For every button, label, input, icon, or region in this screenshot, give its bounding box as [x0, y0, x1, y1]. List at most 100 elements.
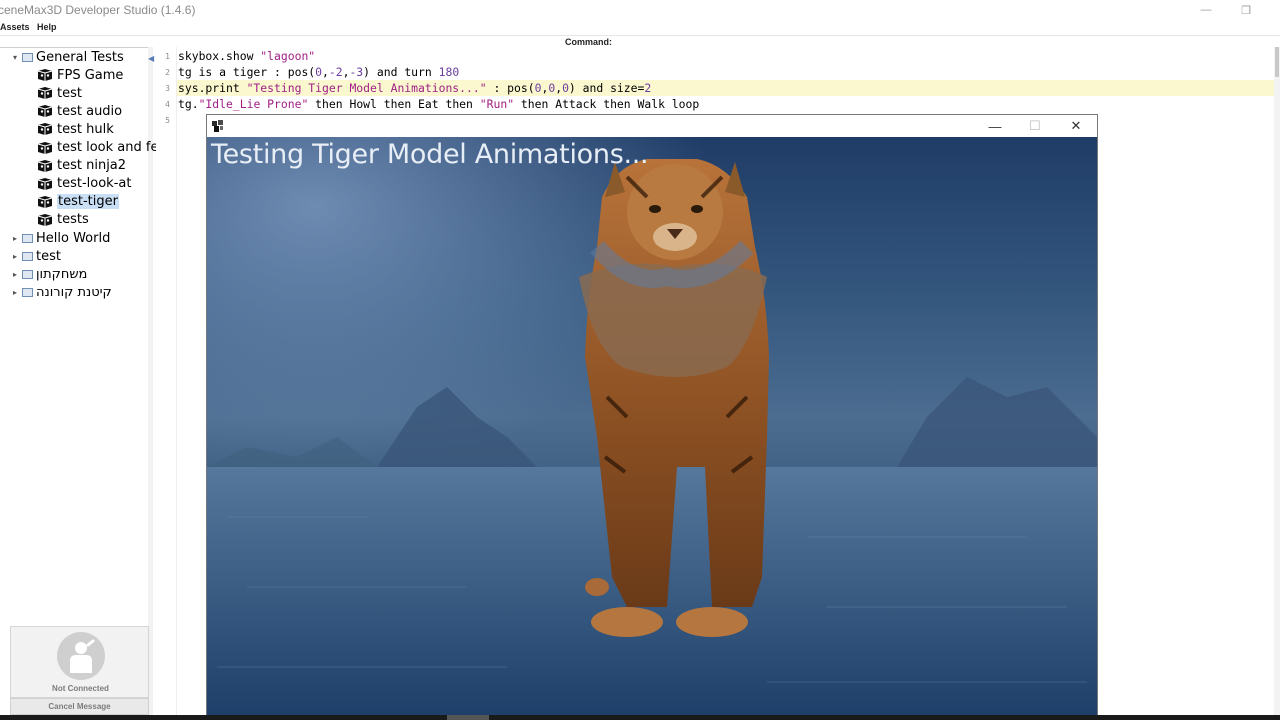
minimize-button[interactable]: — — [1188, 0, 1224, 20]
tree-file[interactable]: test-tiger — [37, 193, 119, 211]
code-token: , — [322, 65, 329, 79]
tree-item-label: test hulk — [57, 121, 114, 137]
string-token: "Idle_Lie Prone" — [198, 97, 309, 111]
tree-file[interactable]: test hulk — [37, 120, 114, 138]
code-token: then Attack then Walk loop — [514, 97, 700, 111]
number-token: -2 — [328, 65, 343, 79]
code-token: tg is a tiger : pos( — [178, 65, 316, 79]
tree-file[interactable]: tests — [37, 211, 89, 229]
expand-icon[interactable]: ▸ — [10, 234, 20, 243]
scene-file-icon — [37, 195, 53, 209]
cancel-message-button[interactable]: Cancel Message — [10, 698, 149, 715]
tree-item-label: test — [57, 85, 82, 101]
string-token: "lagoon" — [260, 49, 316, 63]
folder-icon — [22, 269, 33, 279]
number-token: 2 — [644, 81, 652, 95]
user-avatar-icon — [57, 632, 105, 680]
code-token: : pos( — [486, 81, 535, 95]
line-number: 2 — [165, 68, 170, 77]
render-close-button[interactable]: ✕ — [1056, 115, 1096, 137]
code-line[interactable]: tg is a tiger : pos(0,-2,-3) and turn 18… — [178, 64, 459, 80]
folder-icon — [22, 233, 33, 243]
jme-app-icon — [211, 119, 225, 133]
folder-icon — [22, 287, 33, 297]
tree-item-label: test audio — [57, 103, 123, 119]
scene-viewport[interactable]: Testing Tiger Model Animations... — [207, 137, 1097, 720]
taskbar — [0, 715, 1280, 720]
render-window[interactable]: — ☐ ✕ Testing Tiger Model Animations... — [206, 114, 1098, 720]
command-label: Command: — [565, 37, 612, 47]
menu-assets[interactable]: Assets — [0, 22, 30, 32]
tree-item-label: test-tiger — [57, 194, 119, 210]
string-token: "Run" — [479, 97, 515, 111]
menu-help[interactable]: Help — [37, 22, 57, 32]
string-token: "Testing Tiger Model Animations..." — [246, 81, 487, 95]
code-token: sys.print — [178, 81, 247, 95]
number-token: 180 — [438, 65, 460, 79]
taskbar-item[interactable] — [447, 715, 489, 720]
folder-icon — [22, 52, 33, 62]
expand-icon[interactable]: ▸ — [10, 270, 20, 279]
code-line[interactable]: tg."Idle_Lie Prone" then Howl then Eat t… — [178, 96, 699, 112]
lagoon-skybox-scene — [207, 137, 1097, 720]
tree-folder[interactable]: ▸ Hello World — [10, 229, 110, 247]
code-token: ) and size= — [568, 81, 645, 95]
line-number-gutter — [156, 47, 177, 720]
code-token: skybox.show — [178, 49, 261, 63]
line-number: 4 — [165, 100, 170, 109]
tree-folder[interactable]: ▸ קיטנת קורונה — [10, 283, 112, 301]
expand-icon[interactable]: ▸ — [10, 288, 20, 297]
tree-item-label: tests — [57, 212, 89, 228]
number-token: -3 — [349, 65, 364, 79]
tree-file[interactable]: test audio — [37, 102, 122, 120]
tree-item-label: test-look-at — [57, 176, 132, 192]
tree-item-label: FPS Game — [57, 67, 124, 83]
editor-scrollbar[interactable] — [1274, 47, 1280, 720]
code-line[interactable]: sys.print "Testing Tiger Model Animation… — [178, 80, 651, 96]
code-token: then Howl then Eat then — [308, 97, 480, 111]
render-minimize-button[interactable]: — — [975, 115, 1015, 137]
tree-item-label: test look and fe — [57, 140, 159, 155]
collapse-icon[interactable]: ▾ — [10, 53, 20, 62]
tree-item-label: Hello World — [36, 230, 111, 246]
scene-file-icon — [37, 122, 53, 136]
tree-item-label: test — [36, 248, 61, 264]
tree-folder[interactable]: ▸ משחקתון — [10, 265, 87, 283]
tree-folder[interactable]: ▸ test — [10, 247, 61, 265]
folder-icon — [22, 251, 33, 261]
number-token: 0 — [562, 81, 569, 95]
number-token: 0 — [315, 65, 323, 79]
tree-item-label: קיטנת קורונה — [36, 284, 112, 300]
tree-file[interactable]: FPS Game — [37, 66, 123, 84]
scene-file-icon — [37, 68, 53, 82]
code-line[interactable]: skybox.show "lagoon" — [178, 48, 315, 64]
tree-file[interactable]: test look and fe — [37, 139, 158, 157]
scene-file-icon — [37, 104, 53, 118]
app-title: ceneMax3D Developer Studio (1.4.6) — [0, 3, 196, 17]
tree-file[interactable]: test ninja2 — [37, 157, 126, 175]
tree-item-label: משחקתון — [36, 266, 88, 282]
code-token: ) and turn — [363, 65, 439, 79]
restore-button[interactable]: ❐ — [1228, 0, 1264, 20]
tree-folder[interactable]: ▾ General Tests — [10, 48, 124, 66]
render-window-titlebar[interactable]: — ☐ ✕ — [207, 115, 1097, 137]
app-titlebar: ceneMax3D Developer Studio (1.4.6) — ❐ — [0, 0, 1280, 20]
expand-icon[interactable]: ▸ — [10, 252, 20, 261]
scene-file-icon — [37, 86, 53, 100]
tree-scroll-arrow-icon[interactable]: ◀ — [148, 54, 154, 63]
tree-file[interactable]: test-look-at — [37, 175, 131, 193]
scene-file-icon — [37, 141, 53, 155]
menu-bar: Assets Help — [0, 20, 1280, 36]
line-number: 3 — [165, 84, 170, 93]
editor-scrollbar-thumb[interactable] — [1275, 47, 1279, 77]
line-number: 1 — [165, 52, 170, 61]
tree-file[interactable]: test — [37, 84, 82, 102]
scene-file-icon — [37, 159, 53, 173]
tree-item-label: General Tests — [36, 49, 124, 65]
scene-file-icon — [37, 177, 53, 191]
render-maximize-button[interactable]: ☐ — [1015, 115, 1055, 137]
scene-overlay-text: Testing Tiger Model Animations... — [211, 139, 649, 170]
connection-status-text: Not Connected — [52, 684, 109, 693]
line-number: 5 — [165, 116, 170, 125]
connection-status-box: Not Connected — [10, 626, 149, 698]
